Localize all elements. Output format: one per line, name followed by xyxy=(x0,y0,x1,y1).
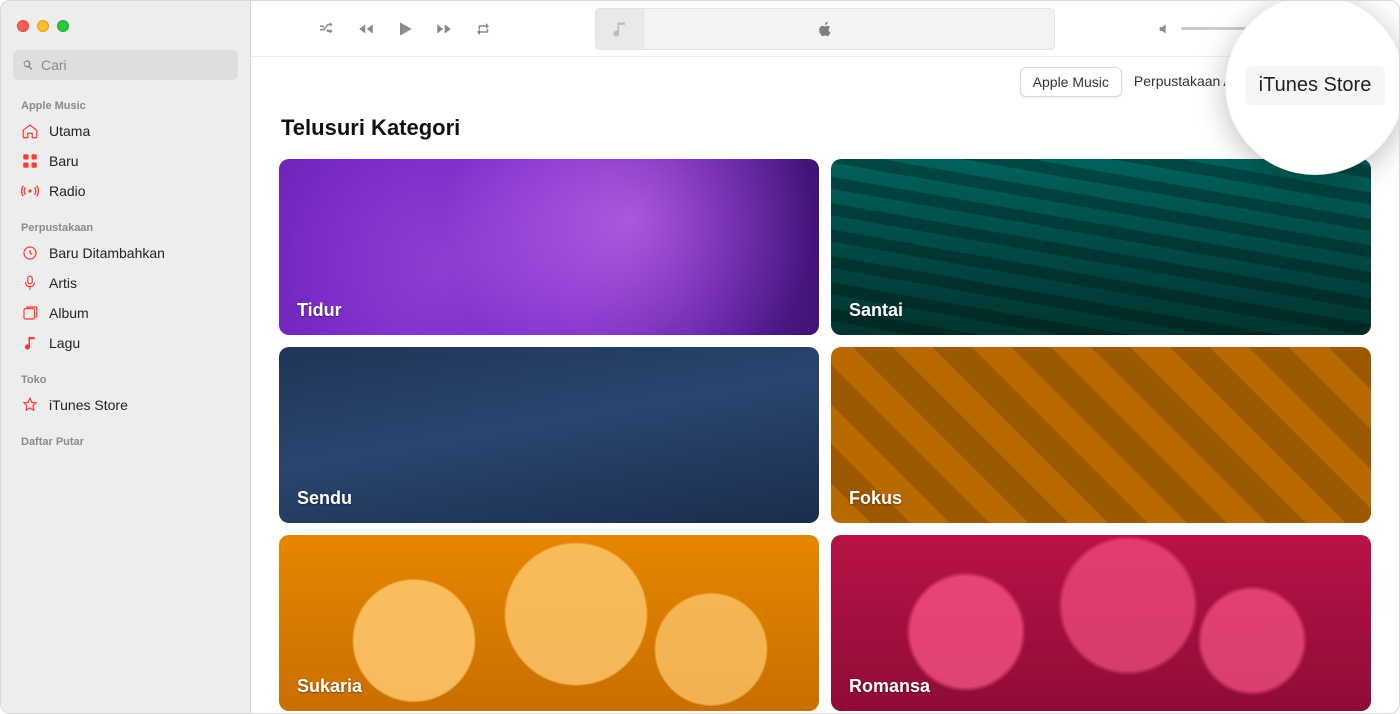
category-card-romansa[interactable]: Romansa xyxy=(831,535,1371,711)
home-icon xyxy=(21,122,39,140)
star-icon xyxy=(21,396,39,414)
sidebar-item-label: Utama xyxy=(49,123,90,139)
sidebar-item-label: Baru xyxy=(49,153,79,169)
category-label: Tidur xyxy=(297,300,342,321)
music-note-icon xyxy=(610,19,630,39)
sidebar-item-label: Radio xyxy=(49,183,86,199)
sidebar-item-artis[interactable]: Artis xyxy=(1,268,250,298)
sidebar-item-itunes-store[interactable]: iTunes Store xyxy=(1,390,250,420)
sidebar-section-apple-music: Apple Music xyxy=(1,94,250,116)
category-label: Sukaria xyxy=(297,676,362,697)
category-label: Fokus xyxy=(849,488,902,509)
content-scroll: Telusuri Kategori Tidur Santai Sendu Fok… xyxy=(251,97,1399,713)
tab-apple-music[interactable]: Apple Music xyxy=(1020,67,1122,97)
sidebar-section-daftar-putar: Daftar Putar xyxy=(1,430,250,452)
play-icon[interactable] xyxy=(395,18,415,40)
sidebar-item-label: Lagu xyxy=(49,335,80,351)
category-label: Romansa xyxy=(849,676,930,697)
category-label: Santai xyxy=(849,300,903,321)
sidebar-item-lagu[interactable]: Lagu xyxy=(1,328,250,358)
volume-low-icon xyxy=(1157,21,1173,37)
sidebar-section-toko: Toko xyxy=(1,368,250,390)
sidebar-item-label: Artis xyxy=(49,275,77,291)
clock-icon xyxy=(21,244,39,262)
lcd-artwork-placeholder xyxy=(596,9,644,49)
sidebar-item-baru[interactable]: Baru xyxy=(1,146,250,176)
search-input[interactable] xyxy=(41,57,230,73)
page-title: Telusuri Kategori xyxy=(281,115,1371,141)
previous-icon[interactable] xyxy=(355,20,377,38)
now-playing-lcd xyxy=(595,8,1055,50)
category-card-tidur[interactable]: Tidur xyxy=(279,159,819,335)
sidebar-section-perpustakaan: Perpustakaan xyxy=(1,216,250,238)
radio-icon xyxy=(21,182,39,200)
sidebar-item-radio[interactable]: Radio xyxy=(1,176,250,206)
sidebar-item-album[interactable]: Album xyxy=(1,298,250,328)
album-icon xyxy=(21,304,39,322)
apple-logo-icon xyxy=(816,19,834,39)
sidebar: Apple Music Utama Baru Radio Perpustakaa… xyxy=(1,1,251,713)
sidebar-item-utama[interactable]: Utama xyxy=(1,116,250,146)
transport-controls xyxy=(315,18,493,40)
category-label: Sendu xyxy=(297,488,352,509)
shuffle-icon[interactable] xyxy=(315,20,337,38)
sidebar-item-label: Baru Ditambahkan xyxy=(49,245,165,261)
repeat-icon[interactable] xyxy=(473,20,493,38)
main-area: Apple Music Perpustakaan Anda iTunes Sto… xyxy=(251,1,1399,713)
category-card-sukaria[interactable]: Sukaria xyxy=(279,535,819,711)
grid-icon xyxy=(21,152,39,170)
category-card-sendu[interactable]: Sendu xyxy=(279,347,819,523)
callout-label: iTunes Store xyxy=(1245,66,1386,105)
search-field[interactable] xyxy=(13,50,238,80)
minimize-window-button[interactable] xyxy=(37,20,49,32)
search-icon xyxy=(21,58,35,72)
note-icon xyxy=(21,334,39,352)
category-card-santai[interactable]: Santai xyxy=(831,159,1371,335)
sidebar-item-baru-ditambahkan[interactable]: Baru Ditambahkan xyxy=(1,238,250,268)
top-toolbar xyxy=(251,1,1399,57)
window-controls xyxy=(1,11,250,50)
category-grid: Tidur Santai Sendu Fokus Sukaria Romansa xyxy=(279,159,1371,711)
app-window: Apple Music Utama Baru Radio Perpustakaa… xyxy=(0,0,1400,714)
callout-magnifier: iTunes Store xyxy=(1225,0,1400,175)
next-icon[interactable] xyxy=(433,20,455,38)
mic-icon xyxy=(21,274,39,292)
close-window-button[interactable] xyxy=(17,20,29,32)
category-card-fokus[interactable]: Fokus xyxy=(831,347,1371,523)
sidebar-item-label: Album xyxy=(49,305,89,321)
fullscreen-window-button[interactable] xyxy=(57,20,69,32)
sidebar-item-label: iTunes Store xyxy=(49,397,128,413)
